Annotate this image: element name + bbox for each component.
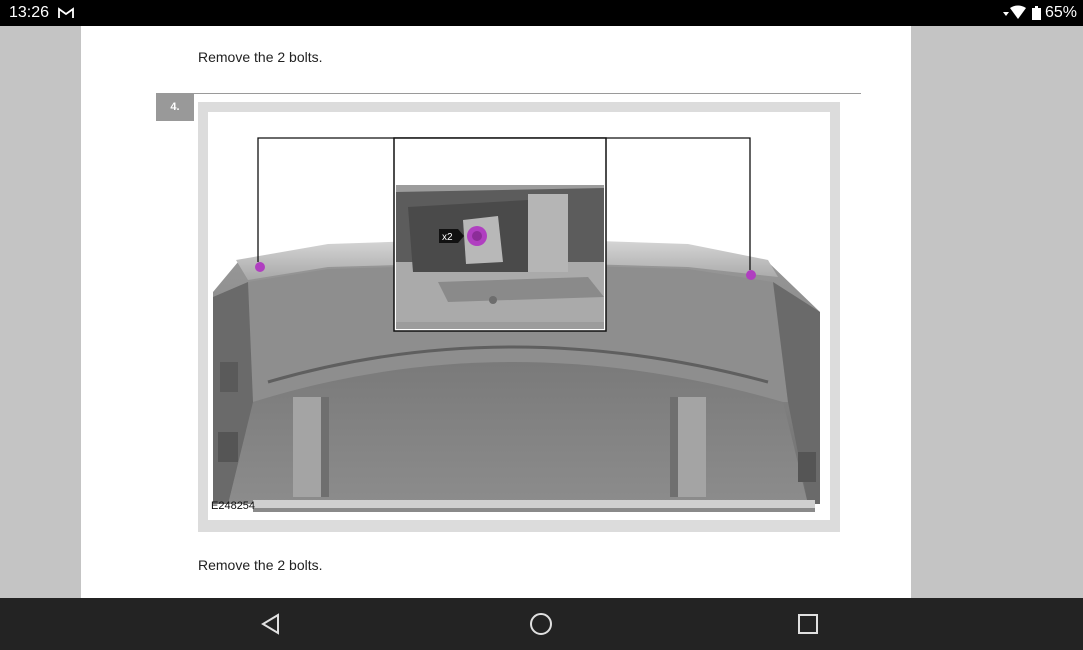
figure-id-label: E248254 [211,500,255,512]
document-page[interactable]: Remove the 2 bolts. 4. x2 E248254 Remove… [81,26,911,598]
status-bar: 13:26 65% [0,0,1083,26]
recents-square-icon[interactable] [794,610,822,638]
illustration-figure[interactable]: x2 E248254 [208,112,830,520]
navigation-bar [0,598,1083,650]
back-triangle-icon[interactable] [257,610,285,638]
status-time: 13:26 [9,4,50,21]
instruction-text-top: Remove the 2 bolts. [198,49,323,65]
step-number-badge: 4. [156,93,194,121]
callout-label: x2 [442,232,453,243]
bolt-left [255,262,265,272]
cargo-area-illustration: x2 E248254 [211,137,820,512]
wifi-icon [1003,5,1029,21]
battery-percent: 65% [1045,4,1078,21]
home-circle-icon[interactable] [527,610,555,638]
gmail-icon [58,7,74,18]
figure-frame: x2 E248254 [198,102,840,532]
instruction-text-bottom: Remove the 2 bolts. [198,557,323,573]
bolt-right [746,270,756,280]
section-divider [156,93,861,94]
battery-icon [1032,6,1041,20]
detail-inset [396,185,604,329]
